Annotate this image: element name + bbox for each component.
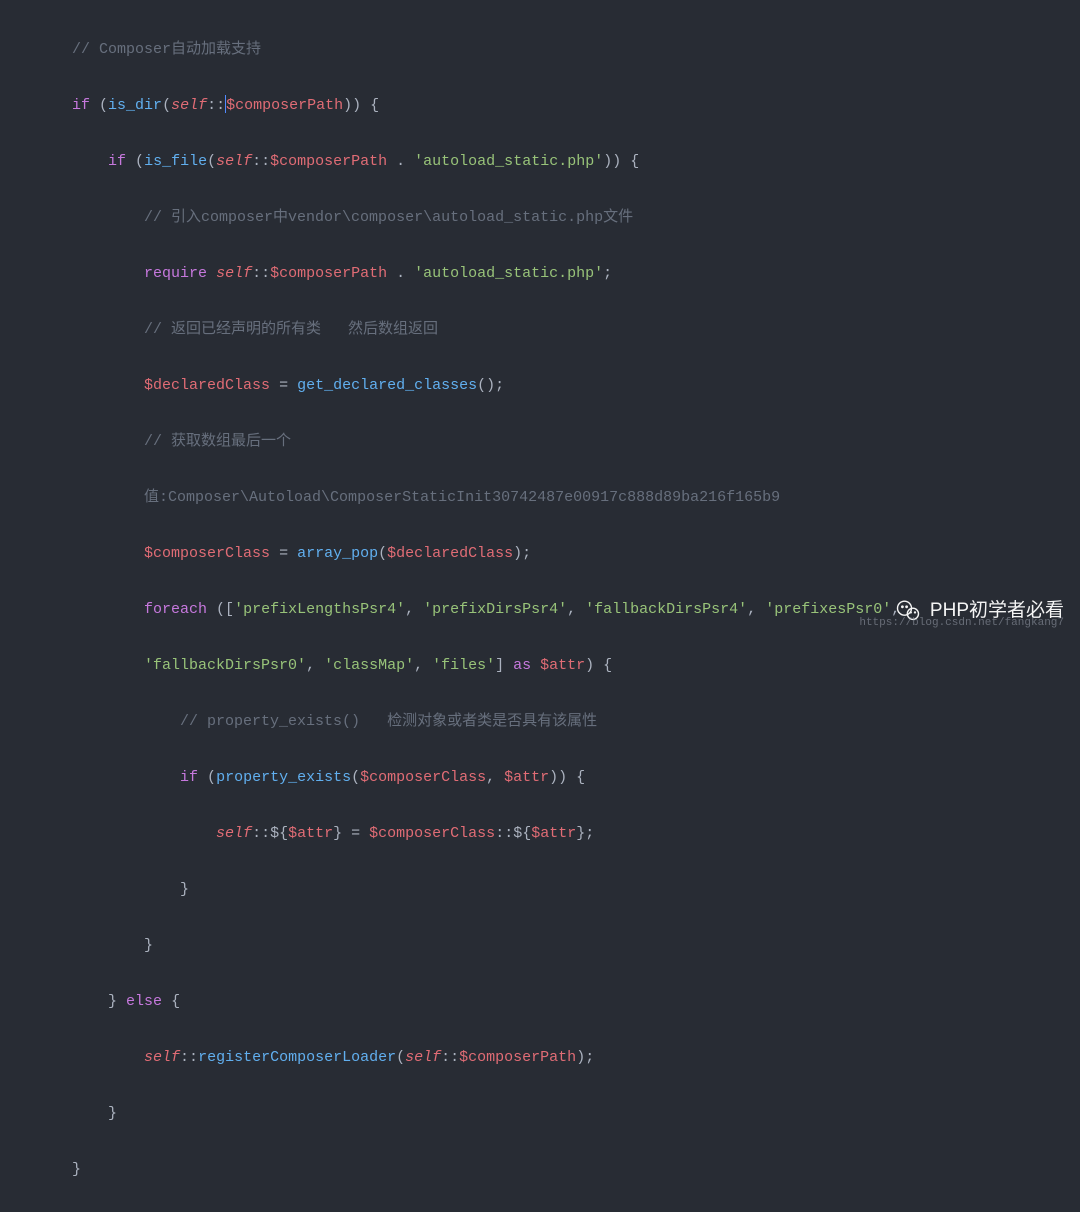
code-line[interactable]: if (is_dir(self::$composerPath)) { [0,92,1080,120]
string-literal: 'prefixDirsPsr4' [423,601,567,618]
code-line[interactable]: if (property_exists($composerClass, $att… [0,764,1080,792]
string-literal: 'classMap' [324,657,414,674]
property: $composerPath [459,1049,576,1066]
self-ref: self [171,97,207,114]
self-ref: self [405,1049,441,1066]
variable: $declaredClass [144,377,270,394]
code-line[interactable]: } [0,932,1080,960]
variable: $composerClass [360,769,486,786]
code-line[interactable]: } else { [0,988,1080,1016]
keyword: if [108,153,126,170]
self-ref: self [216,265,252,282]
code-line[interactable]: 'fallbackDirsPsr0', 'classMap', 'files']… [0,652,1080,680]
variable: $composerClass [369,825,495,842]
keyword: as [513,657,531,674]
function-name: is_file [144,153,207,170]
string-literal: 'files' [432,657,495,674]
property: $composerPath [270,265,387,282]
variable: $attr [504,769,549,786]
watermark-url: https://blog.csdn.net/fangkang7 [859,609,1064,637]
code-line[interactable]: 值:Composer\Autoload\ComposerStaticInit30… [0,484,1080,512]
self-ref: self [216,825,252,842]
string-literal: 'autoload_static.php' [414,153,603,170]
comment-text: // Composer自动加载支持 [72,41,261,58]
self-ref: self [144,1049,180,1066]
code-line[interactable]: self::${$attr} = $composerClass::${$attr… [0,820,1080,848]
code-line[interactable]: // 返回已经声明的所有类 然后数组返回 [0,316,1080,344]
code-line[interactable]: } [0,876,1080,904]
property: $composerPath [226,97,343,114]
variable: $attr [531,825,576,842]
keyword: require [144,265,207,282]
code-line[interactable]: require self::$composerPath . 'autoload_… [0,260,1080,288]
function-name: is_dir [108,97,162,114]
keyword: else [126,993,162,1010]
variable: $attr [288,825,333,842]
property: $composerPath [270,153,387,170]
code-line[interactable]: // Composer自动加载支持 [0,36,1080,64]
code-line[interactable]: if (is_file(self::$composerPath . 'autol… [0,148,1080,176]
comment-text: // 获取数组最后一个 [144,433,291,450]
string-literal: 'prefixLengthsPsr4' [234,601,405,618]
code-line[interactable]: } [0,1156,1080,1184]
function-name: property_exists [216,769,351,786]
string-literal: 'fallbackDirsPsr4' [585,601,747,618]
function-name: get_declared_classes [297,377,477,394]
code-line[interactable]: // 获取数组最后一个 [0,428,1080,456]
code-line[interactable]: } [0,1100,1080,1128]
code-line[interactable]: // property_exists() 检测对象或者类是否具有该属性 [0,708,1080,736]
code-line[interactable]: // 引入composer中vendor\composer\autoload_s… [0,204,1080,232]
code-line[interactable]: $declaredClass = get_declared_classes(); [0,372,1080,400]
function-name: array_pop [297,545,378,562]
comment-text: // 返回已经声明的所有类 然后数组返回 [144,321,438,338]
variable: $declaredClass [387,545,513,562]
function-name: registerComposerLoader [198,1049,396,1066]
keyword: foreach [144,601,207,618]
comment-text: 值:Composer\Autoload\ComposerStaticInit30… [144,489,780,506]
keyword: if [180,769,198,786]
variable: $attr [531,657,585,674]
comment-text: // 引入composer中vendor\composer\autoload_s… [144,209,633,226]
self-ref: self [216,153,252,170]
string-literal: 'fallbackDirsPsr0' [144,657,306,674]
string-literal: 'autoload_static.php' [414,265,603,282]
code-line[interactable]: $composerClass = array_pop($declaredClas… [0,540,1080,568]
comment-text: // property_exists() 检测对象或者类是否具有该属性 [180,713,597,730]
code-line[interactable]: self::registerComposerLoader(self::$comp… [0,1044,1080,1072]
keyword: if [72,97,90,114]
variable: $composerClass [144,545,270,562]
